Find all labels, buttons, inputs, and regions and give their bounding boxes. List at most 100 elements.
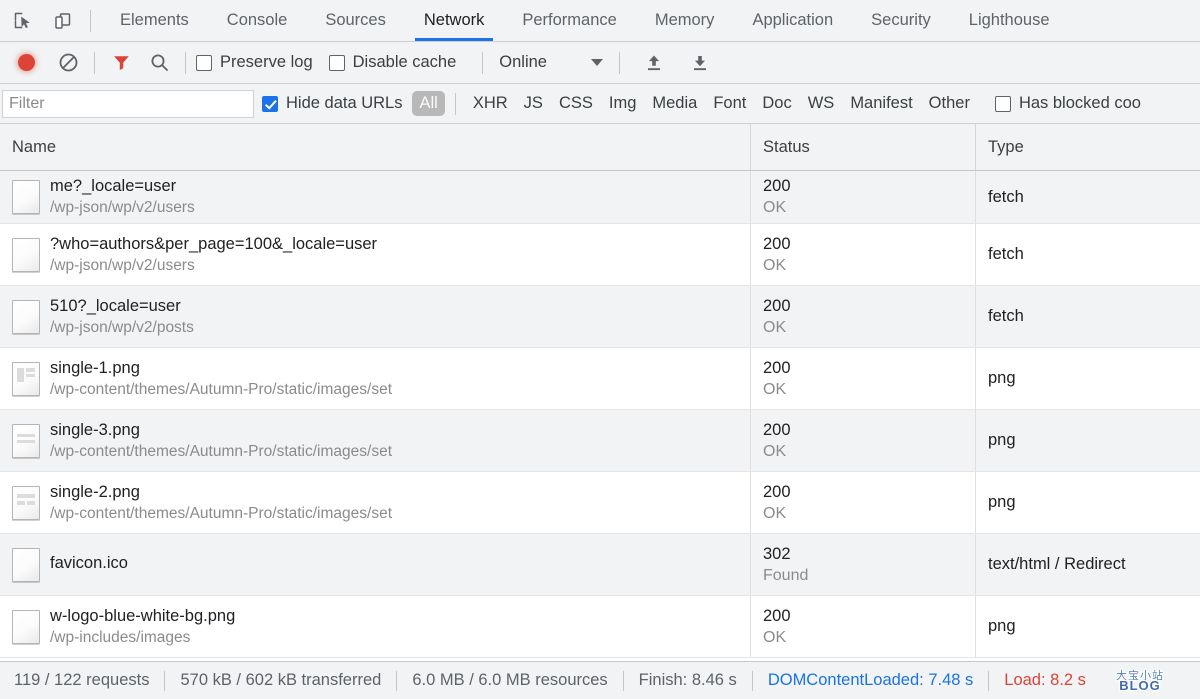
devtools-tabbar: Elements Console Sources Network Perform…: [0, 0, 1200, 42]
request-type: png: [988, 617, 1016, 635]
summary-load: Load: 8.2 s: [1004, 671, 1086, 689]
row-status-cell: 200 OK: [750, 224, 975, 285]
tab-memory[interactable]: Memory: [636, 0, 734, 41]
summary-resources: 6.0 MB / 6.0 MB resources: [412, 671, 608, 689]
tab-label: Security: [871, 11, 931, 29]
request-path: /wp-json/wp/v2/posts: [50, 318, 194, 336]
tab-label: Console: [226, 11, 288, 29]
throttling-dropdown[interactable]: Online: [493, 53, 609, 72]
tab-label: Lighthouse: [968, 11, 1050, 29]
table-row[interactable]: me?_locale=user /wp-json/wp/v2/users 200…: [0, 171, 1200, 224]
tab-network[interactable]: Network: [405, 0, 504, 41]
device-toolbar-icon[interactable]: [46, 4, 80, 38]
row-name-cell: single-3.png /wp-content/themes/Autumn-P…: [0, 410, 750, 471]
filter-type-js[interactable]: JS: [517, 91, 550, 116]
row-name-cell: me?_locale=user /wp-json/wp/v2/users: [0, 171, 750, 223]
search-input[interactable]: [2, 89, 254, 118]
throttling-value: Online: [499, 53, 547, 71]
row-name-cell: single-1.png /wp-content/themes/Autumn-P…: [0, 348, 750, 409]
status-text: OK: [763, 318, 787, 336]
table-row[interactable]: single-2.png /wp-content/themes/Autumn-P…: [0, 472, 1200, 534]
row-status-cell: 200 OK: [750, 286, 975, 347]
row-type-cell: png: [975, 596, 1200, 657]
table-row[interactable]: ?who=authors&per_page=100&_locale=user /…: [0, 224, 1200, 286]
has-blocked-cookies-checkbox[interactable]: Has blocked coo: [994, 94, 1141, 113]
status-code: 200: [763, 177, 791, 195]
tab-label: Application: [752, 11, 834, 29]
request-type: png: [988, 369, 1016, 387]
preserve-log-checkbox[interactable]: Preserve log: [196, 53, 313, 72]
hide-data-urls-checkbox[interactable]: Hide data URLs: [262, 94, 402, 113]
filter-type-manifest[interactable]: Manifest: [843, 91, 919, 116]
summary-divider: [988, 670, 990, 691]
tab-application[interactable]: Application: [733, 0, 852, 41]
preserve-log-box: [196, 54, 212, 71]
export-har-icon[interactable]: [684, 47, 716, 79]
request-name: single-3.png: [50, 420, 140, 439]
hide-data-urls-label: Hide data URLs: [286, 94, 403, 112]
tab-security[interactable]: Security: [852, 0, 950, 41]
row-name-cell: favicon.ico: [0, 534, 750, 595]
filter-type-xhr[interactable]: XHR: [466, 91, 515, 116]
filter-type-img[interactable]: Img: [602, 91, 644, 116]
request-path: /wp-json/wp/v2/users: [50, 199, 195, 216]
table-row[interactable]: single-1.png /wp-content/themes/Autumn-P…: [0, 348, 1200, 410]
column-header-type[interactable]: Type: [975, 124, 1200, 170]
document-file-icon: [12, 609, 40, 644]
request-path: /wp-json/wp/v2/users: [50, 256, 195, 274]
clear-icon[interactable]: [52, 47, 84, 79]
filter-type-css[interactable]: CSS: [552, 91, 600, 116]
tab-label: Performance: [522, 11, 617, 29]
request-path: /wp-content/themes/Autumn-Pro/static/ima…: [50, 504, 393, 522]
tab-sources[interactable]: Sources: [306, 0, 405, 41]
table-row[interactable]: favicon.ico 302 Found text/html / Redire…: [0, 534, 1200, 596]
watermark-title: 大宝小站: [1115, 669, 1164, 682]
filter-type-other[interactable]: Other: [922, 91, 977, 116]
tab-label: Elements: [120, 11, 189, 29]
tab-console[interactable]: Console: [208, 0, 307, 41]
request-name: favicon.ico: [50, 553, 128, 572]
table-body: me?_locale=user /wp-json/wp/v2/users 200…: [0, 171, 1200, 661]
search-icon[interactable]: [143, 47, 175, 79]
request-type: fetch: [988, 187, 1024, 206]
table-row[interactable]: 510?_locale=user /wp-json/wp/v2/posts 20…: [0, 286, 1200, 348]
import-har-icon[interactable]: [638, 47, 670, 79]
column-header-name[interactable]: Name: [0, 124, 750, 170]
filter-type-doc[interactable]: Doc: [755, 91, 798, 116]
filter-type-all[interactable]: All: [412, 91, 445, 116]
row-status-cell: 200 OK: [750, 348, 975, 409]
filter-type-media[interactable]: Media: [645, 91, 704, 116]
filter-funnel-icon[interactable]: [105, 47, 137, 79]
summary-requests: 119 / 122 requests: [14, 671, 150, 689]
disable-cache-checkbox[interactable]: Disable cache: [328, 53, 457, 72]
row-type-cell: text/html / Redirect: [975, 534, 1200, 595]
filter-type-ws[interactable]: WS: [801, 91, 842, 116]
tab-elements[interactable]: Elements: [101, 0, 208, 41]
tab-lighthouse[interactable]: Lighthouse: [950, 0, 1069, 41]
inspect-element-icon[interactable]: [6, 4, 40, 38]
network-toolbar: Preserve log Disable cache Online: [0, 42, 1200, 84]
network-requests-table: Name Status Type me?_locale=user /wp-jso…: [0, 124, 1200, 661]
request-name: single-2.png: [50, 482, 140, 501]
disable-cache-label: Disable cache: [352, 53, 457, 71]
column-header-status[interactable]: Status: [750, 124, 975, 170]
hide-data-urls-box: [262, 95, 278, 112]
tab-label: Sources: [325, 11, 386, 29]
record-button-icon[interactable]: [10, 47, 42, 79]
summary-divider: [164, 670, 166, 691]
filter-type-font[interactable]: Font: [706, 91, 753, 116]
tab-performance[interactable]: Performance: [503, 0, 635, 41]
network-summary-bar: 119 / 122 requests 570 kB / 602 kB trans…: [0, 661, 1200, 699]
watermark-subtitle: BLOG: [1118, 678, 1161, 694]
request-type: fetch: [988, 307, 1024, 325]
image-file-icon: [12, 423, 40, 458]
status-code: 200: [763, 234, 791, 253]
request-path: /wp-includes/images: [50, 628, 191, 646]
table-row[interactable]: w-logo-blue-white-bg.png /wp-includes/im…: [0, 596, 1200, 658]
table-row[interactable]: single-3.png /wp-content/themes/Autumn-P…: [0, 410, 1200, 472]
row-type-cell: fetch: [975, 286, 1200, 347]
status-code: 200: [763, 606, 791, 625]
status-text: OK: [763, 256, 787, 274]
resource-type-filters: All XHR JS CSS Img Media Font Doc WS Man…: [412, 91, 976, 116]
disable-cache-box: [328, 54, 345, 71]
